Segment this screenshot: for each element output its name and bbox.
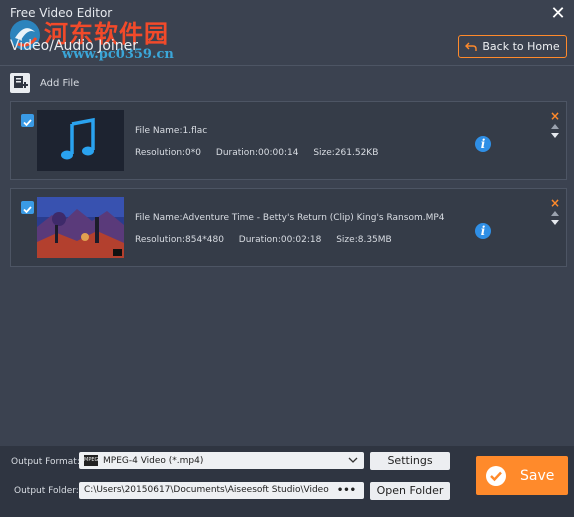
video-format-icon: MPEG (84, 455, 98, 466)
file-thumbnail (37, 197, 124, 258)
file-size: Size:8.35MB (336, 235, 392, 245)
output-format-select[interactable]: MPEG MPEG-4 Video (*.mp4) (79, 452, 364, 469)
file-thumbnail (37, 110, 124, 171)
file-duration: Duration:00:00:14 (215, 148, 299, 158)
remove-file-icon[interactable]: × (550, 197, 560, 209)
move-down-icon[interactable] (551, 133, 559, 138)
back-to-home-button[interactable]: Back to Home (458, 35, 567, 58)
output-format-label: Output Format: (11, 457, 80, 467)
checkmark-icon (23, 119, 32, 127)
file-size: Size:261.52KB (313, 148, 379, 158)
page-title: Video/Audio Joiner (10, 38, 139, 54)
add-file-icon (10, 73, 30, 93)
add-file-label: Add File (40, 77, 80, 89)
file-duration: Duration:00:02:18 (238, 235, 322, 245)
file-name: File Name:Adventure Time - Betty's Retur… (135, 213, 445, 223)
back-button-label: Back to Home (482, 40, 560, 53)
file-name: File Name:1.flac (135, 126, 208, 136)
open-folder-button[interactable]: Open Folder (370, 482, 450, 500)
chevron-down-icon (348, 457, 358, 463)
checkmark-icon (23, 206, 32, 214)
settings-button[interactable]: Settings (370, 452, 450, 470)
remove-file-icon[interactable]: × (550, 110, 560, 122)
file-row[interactable]: File Name:1.flac Resolution:0*0 Duration… (10, 101, 567, 180)
output-folder-path: C:\Users\20150617\Documents\Aiseesoft St… (84, 485, 329, 495)
back-arrow-icon (465, 42, 478, 51)
file-checkbox[interactable] (21, 114, 34, 127)
file-checkbox[interactable] (21, 201, 34, 214)
check-circle-icon (486, 465, 506, 486)
video-frame-thumbnail (37, 197, 124, 258)
music-note-icon (37, 110, 124, 171)
move-up-icon[interactable] (551, 211, 559, 216)
close-button[interactable]: ✕ (548, 4, 568, 24)
add-file-button[interactable]: Add File (10, 72, 79, 94)
info-icon[interactable]: i (475, 136, 491, 152)
output-folder-field[interactable]: C:\Users\20150617\Documents\Aiseesoft St… (79, 482, 364, 499)
output-folder-label: Output Folder: (14, 486, 79, 496)
file-details: Resolution:0*0 Duration:00:00:14 Size:26… (135, 148, 390, 158)
move-down-icon[interactable] (551, 220, 559, 225)
file-row[interactable]: File Name:Adventure Time - Betty's Retur… (10, 188, 567, 267)
info-icon[interactable]: i (475, 223, 491, 239)
save-button[interactable]: Save (476, 456, 568, 495)
move-up-icon[interactable] (551, 124, 559, 129)
file-details: Resolution:854*480 Duration:00:02:18 Siz… (135, 235, 404, 245)
file-resolution: Resolution:0*0 (135, 148, 202, 158)
save-button-label: Save (520, 467, 555, 484)
output-format-value: MPEG-4 Video (*.mp4) (103, 455, 204, 466)
header-divider (0, 65, 574, 66)
file-resolution: Resolution:854*480 (135, 235, 224, 245)
browse-folder-button[interactable]: ••• (337, 482, 356, 499)
